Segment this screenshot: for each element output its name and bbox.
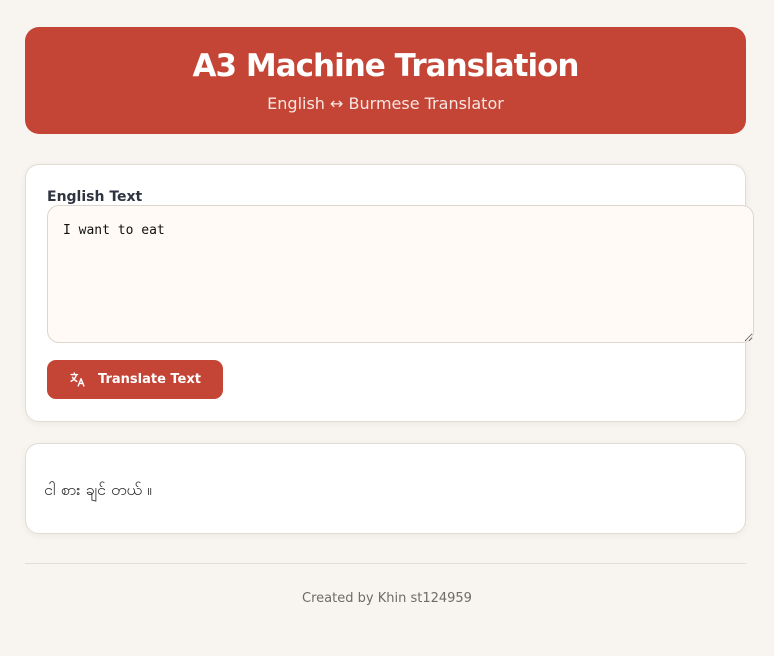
translator-page: A3 Machine Translation English ↔ Burmese… <box>0 0 774 656</box>
input-card: English Text I want to eat Translate Tex… <box>25 164 754 422</box>
translate-icon <box>69 371 86 388</box>
page-title: A3 Machine Translation <box>192 48 580 84</box>
translation-output-card: ငါ စား ချင် တယ် ။ <box>25 443 746 534</box>
app-header: A3 Machine Translation English ↔ Burmese… <box>25 27 746 134</box>
translate-button-label: Translate Text <box>98 372 201 387</box>
page-subtitle: English ↔ Burmese Translator <box>267 94 504 113</box>
footer-divider <box>25 563 746 564</box>
english-text-input[interactable]: I want to eat <box>47 205 754 343</box>
footer-credit: Created by Khin st124959 <box>302 591 472 606</box>
translate-button[interactable]: Translate Text <box>47 360 223 399</box>
translated-text: ငါ စား ချင် တယ် ။ <box>44 480 152 499</box>
english-text-label: English Text <box>47 189 143 205</box>
